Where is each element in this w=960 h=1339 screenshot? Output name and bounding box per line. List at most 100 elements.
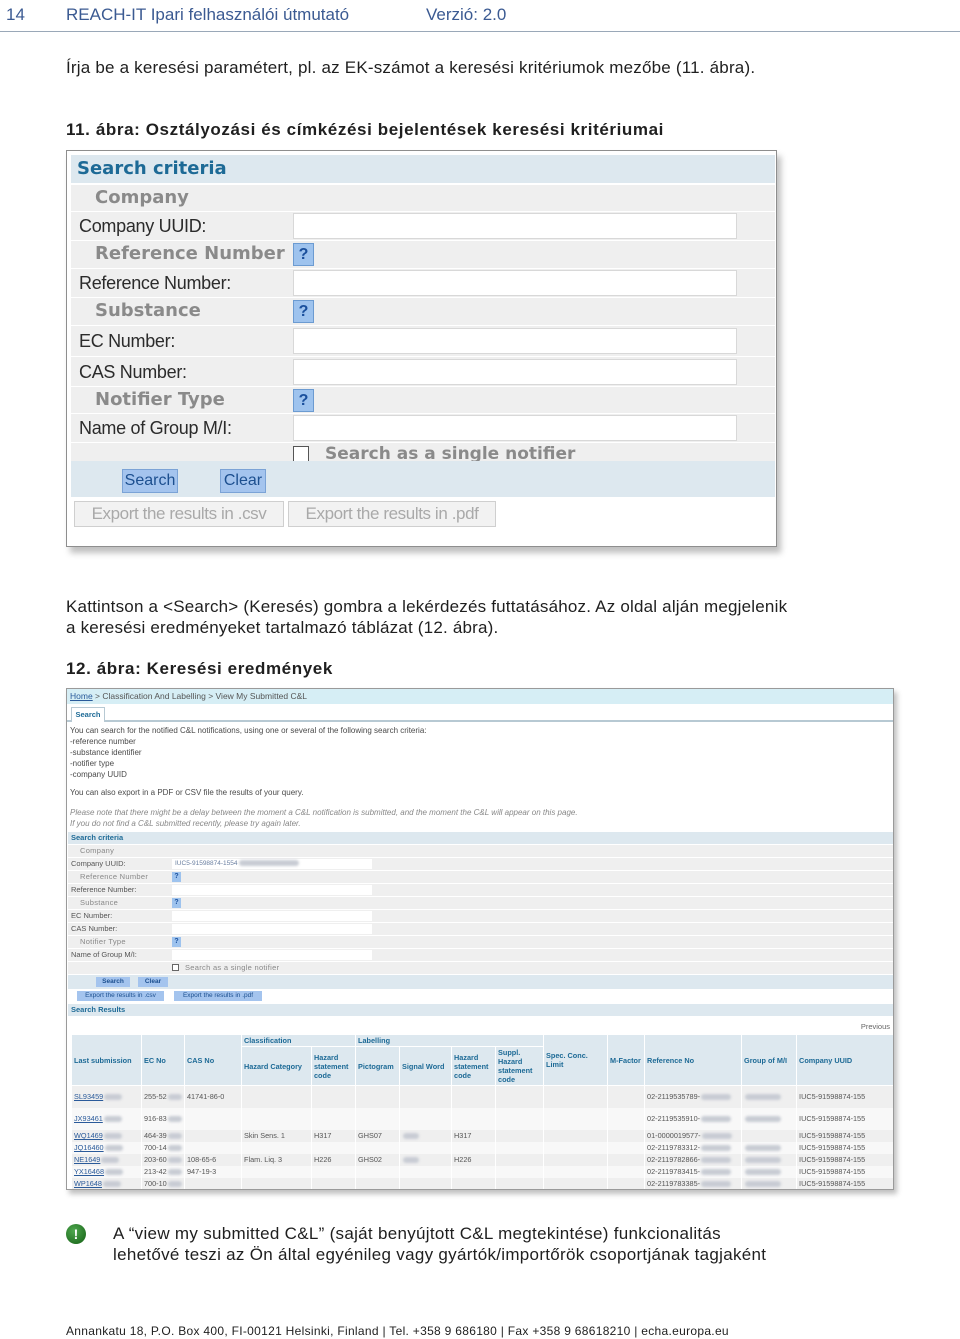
notifier-section-row: Notifier Type ?	[71, 387, 775, 413]
submission-link[interactable]: JX93461	[74, 1114, 103, 1123]
cell-text: IUC5-91598874-155	[799, 1143, 866, 1152]
column-header[interactable]: Hazard statement code	[451, 1046, 497, 1086]
redacted-value	[701, 1181, 732, 1188]
redacted-value	[403, 1157, 420, 1164]
export-csv-button[interactable]: Export the results in .csv	[77, 991, 164, 1001]
help-icon[interactable]: ?	[293, 300, 314, 323]
help-icon[interactable]: ?	[172, 872, 181, 882]
help-icon[interactable]: ?	[293, 389, 314, 412]
breadcrumb-home-link[interactable]: Home	[70, 691, 93, 701]
table-cell-scl	[543, 1165, 608, 1178]
table-cell-signal	[399, 1141, 452, 1154]
export-pdf-button[interactable]: Export the results in .pdf	[288, 501, 496, 527]
cell-text: 108-65-6	[187, 1155, 217, 1164]
cell-text: 255-52	[144, 1092, 167, 1102]
table-cell-mf	[607, 1165, 645, 1178]
figure-12-caption: 12. ábra: Keresési eredmények	[66, 659, 333, 678]
table-cell-hcode	[310, 1141, 356, 1154]
table-cell-cas	[184, 1129, 242, 1142]
table-cell-scl	[543, 1085, 608, 1108]
cell-text: H226	[314, 1155, 332, 1164]
table-cell-ref: 01-0000019577-	[644, 1129, 742, 1142]
help-icon[interactable]: ?	[293, 243, 314, 266]
clear-button[interactable]: Clear	[220, 469, 266, 493]
table-cell-hcode	[310, 1177, 356, 1189]
table-cell-uuid: IUC5-91598874-155	[796, 1153, 893, 1166]
cell-text: 02-2119783385-	[647, 1179, 701, 1188]
redacted-value	[701, 1133, 732, 1140]
column-header[interactable]: EC No	[141, 1034, 185, 1086]
column-header[interactable]: Reference No	[644, 1034, 743, 1086]
reference-number-input[interactable]	[172, 885, 372, 895]
column-header[interactable]: Group of M/I	[741, 1034, 798, 1086]
redacted-value	[167, 1094, 182, 1101]
cas-number-row: CAS Number:	[71, 357, 775, 386]
export-csv-button[interactable]: Export the results in .csv	[74, 501, 284, 527]
column-header[interactable]: M-Factor	[607, 1034, 646, 1086]
redacted-value	[745, 1169, 782, 1176]
redacted-value	[103, 1116, 122, 1123]
submission-link[interactable]: JQ16460	[74, 1143, 104, 1152]
search-button[interactable]: Search	[96, 977, 130, 987]
table-cell-picto: GHS07	[355, 1129, 400, 1142]
cell-text: 02-2119783312-	[647, 1143, 701, 1152]
search-button[interactable]: Search	[122, 469, 178, 493]
ec-number-input[interactable]	[293, 328, 737, 354]
column-header[interactable]: Last submission	[71, 1034, 142, 1086]
table-cell-hcode: H317	[310, 1129, 356, 1142]
submission-link[interactable]: YX16468	[74, 1167, 104, 1176]
table-cell-suppl	[495, 1107, 544, 1130]
reference-number-input[interactable]	[293, 270, 737, 296]
clear-button[interactable]: Clear	[138, 977, 168, 987]
table-cell-group	[741, 1085, 797, 1108]
column-header[interactable]: Pictogram	[355, 1046, 401, 1086]
help-icon[interactable]: ?	[172, 898, 181, 908]
column-header[interactable]: Company UUID	[796, 1034, 893, 1086]
company-uuid-input[interactable]: IUC5-91598874-1554	[172, 859, 372, 869]
tab-search[interactable]: Search	[71, 707, 105, 722]
company-uuid-input[interactable]	[293, 213, 737, 239]
delay-note-line: If you do not find a C&L submitted recen…	[70, 819, 301, 828]
table-cell-scl	[543, 1141, 608, 1154]
column-header[interactable]: Signal Word	[399, 1046, 453, 1086]
table-cell-mf	[607, 1177, 645, 1189]
previous-page-link[interactable]: Previous	[861, 1022, 890, 1031]
column-header[interactable]: Hazard statement code	[310, 1046, 357, 1086]
ec-number-input[interactable]	[172, 911, 372, 921]
cas-number-input[interactable]	[172, 924, 372, 934]
table-cell-ec: 203-60	[141, 1153, 185, 1166]
group-name-input[interactable]	[172, 950, 372, 960]
submission-link[interactable]: WQ1469	[74, 1131, 103, 1140]
column-header[interactable]: Hazard Category	[241, 1046, 312, 1086]
results-body: SL93459 255-52 41741-86-0 02-2119535789- IUC…	[71, 1085, 893, 1189]
body-paragraph-line-2: a keresési eredményeket tartalmazó táblá…	[66, 618, 499, 637]
submission-link[interactable]: WP1648	[74, 1179, 102, 1188]
column-header[interactable]: Spec. Conc. Limit	[543, 1034, 609, 1086]
table-cell-hazcat	[241, 1141, 312, 1154]
cell-text: 02-2119783415-	[647, 1167, 701, 1176]
cas-number-input[interactable]	[293, 359, 737, 385]
redacted-value	[745, 1157, 782, 1164]
reference-section-label: Reference Number	[80, 872, 149, 881]
table-cell-scl	[543, 1153, 608, 1166]
single-notifier-checkbox[interactable]	[172, 964, 179, 971]
submission-link[interactable]: NE1649	[74, 1155, 100, 1164]
help-icon[interactable]: ?	[172, 937, 181, 947]
table-cell-mf	[607, 1141, 645, 1154]
table-cell-mf	[607, 1107, 645, 1130]
redacted-value	[238, 860, 299, 867]
group-name-input[interactable]	[293, 415, 737, 441]
table-cell-last: JQ16460	[71, 1141, 142, 1154]
ec-number-row: EC Number:	[71, 326, 775, 356]
cell-text: 41741-86-0	[187, 1092, 225, 1102]
submission-link[interactable]: SL93459	[74, 1092, 103, 1101]
table-cell-uuid: IUC5-91598874-155	[796, 1129, 893, 1142]
table-cell-picto	[355, 1177, 400, 1189]
export-pdf-button[interactable]: Export the results in .pdf	[174, 991, 262, 1001]
reference-section-row: Reference Number ?	[71, 241, 775, 268]
redacted-value	[701, 1157, 732, 1164]
table-cell-lcode: H226	[451, 1153, 496, 1166]
column-header[interactable]: Suppl. Hazard statement code	[495, 1046, 545, 1086]
column-header[interactable]: CAS No	[184, 1034, 242, 1086]
company-section-row: Company	[68, 845, 893, 857]
